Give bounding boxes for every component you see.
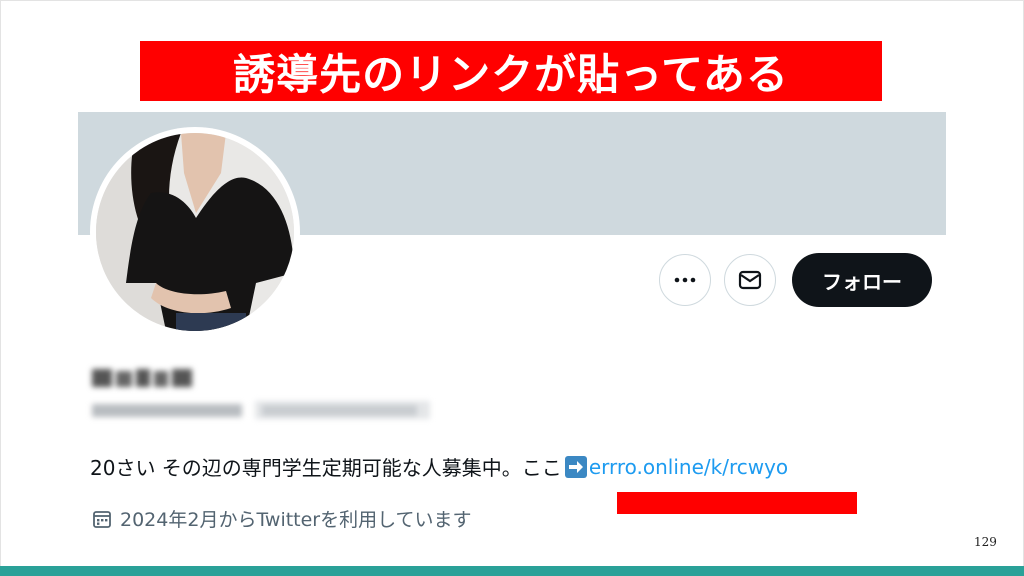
slide-title: 誘導先のリンクが貼ってある: [140, 41, 882, 101]
link-highlight-bar: [617, 492, 857, 514]
avatar[interactable]: [90, 127, 300, 337]
page-number: 129: [974, 535, 997, 549]
calendar-icon: [93, 510, 111, 528]
handle-redacted: [92, 401, 430, 419]
profile-bio: 20さい その辺の専門学生定期可能な人募集中。ここ errro.online/k…: [90, 452, 788, 481]
envelope-icon: [738, 270, 762, 290]
footer-bar: [0, 566, 1024, 576]
right-arrow-icon: [564, 455, 587, 478]
display-name-redacted: [92, 369, 192, 387]
message-button[interactable]: [724, 254, 776, 306]
joined-text: 2024年2月からTwitterを利用しています: [120, 509, 472, 531]
bio-link[interactable]: errro.online/k/rcwyo: [589, 455, 788, 479]
more-icon: [674, 277, 696, 283]
more-button[interactable]: [659, 254, 711, 306]
profile-card: フォロー 20さい その辺の専門学生定期可能な人募集中。ここ errro.onl…: [78, 112, 946, 552]
joined-date: 2024年2月からTwitterを利用しています: [92, 505, 472, 532]
person-photo-icon: [96, 133, 294, 331]
avatar-photo: [96, 133, 294, 331]
follow-button[interactable]: フォロー: [792, 253, 932, 307]
bio-text: 20さい その辺の専門学生定期可能な人募集中。ここ: [90, 456, 562, 480]
profile-actions: フォロー: [659, 253, 932, 307]
